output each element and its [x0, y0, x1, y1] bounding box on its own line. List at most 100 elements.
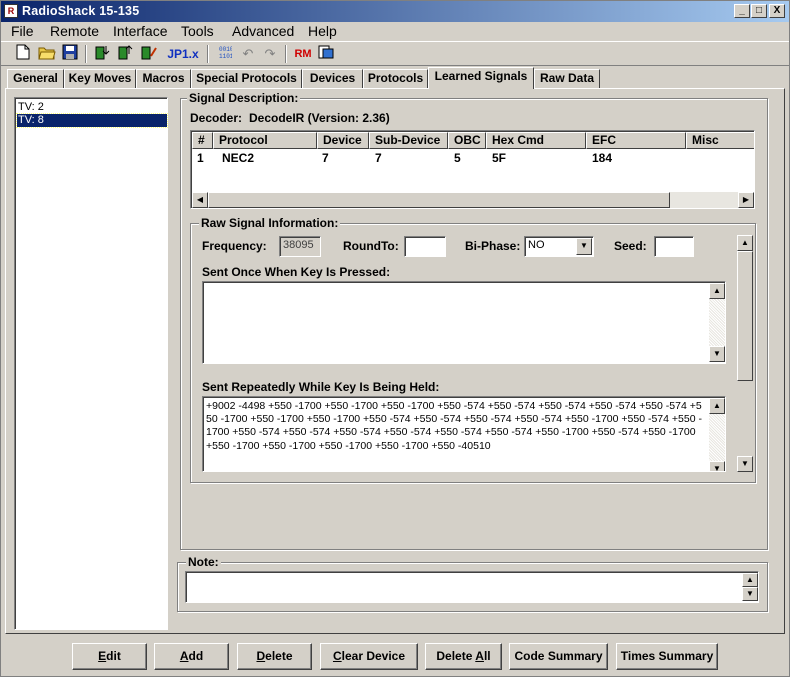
scrollbar-thumb[interactable] [737, 251, 753, 381]
table-horizontal-scrollbar[interactable]: ◀ ▶ [192, 192, 754, 208]
column-header-misc[interactable]: Misc [686, 132, 754, 149]
menu-advanced[interactable]: Advanced [232, 23, 294, 39]
note-scrollbar[interactable]: ▲ ▼ [742, 573, 758, 601]
table-cell-hex-cmd: 5F [492, 151, 507, 165]
tab-general[interactable]: General [7, 69, 64, 88]
sent-repeatedly-scrollbar[interactable]: ▲ ▼ [709, 398, 725, 471]
scroll-down-icon[interactable]: ▼ [737, 456, 753, 472]
svg-text:1101: 1101 [219, 53, 232, 60]
column-header-sub-device[interactable]: Sub-Device [369, 132, 448, 149]
scroll-up-icon[interactable]: ▲ [737, 235, 753, 251]
add-label: dd [188, 649, 204, 663]
column-header-obc[interactable]: OBC [448, 132, 486, 149]
raw-signal-scrollbar[interactable]: ▲ ▼ [737, 235, 754, 473]
raw-data-icon[interactable]: 0010 1101 [215, 44, 235, 64]
upload-remote-to-icon[interactable] [139, 44, 159, 64]
list-item[interactable]: TV: 2 [17, 101, 167, 114]
frequency-label: Frequency: [202, 239, 267, 253]
toolbar: JP1.x 0010 1101 ↶ ↷ RM [1, 41, 789, 66]
decoder-label: Decoder: [190, 111, 243, 125]
roundto-input[interactable] [404, 236, 446, 257]
scroll-up-icon[interactable]: ▲ [709, 283, 725, 299]
list-item-selected[interactable]: TV: 8 [16, 113, 168, 128]
menu-file[interactable]: File [11, 23, 34, 39]
scroll-down-icon[interactable]: ▼ [742, 587, 758, 601]
sent-once-scrollbar[interactable]: ▲ ▼ [709, 283, 725, 362]
redo-icon[interactable]: ↷ [260, 44, 280, 64]
biphase-select[interactable]: NO ▼ [524, 236, 594, 257]
minimize-button[interactable]: _ [734, 4, 750, 18]
edit-button[interactable]: Edit [72, 643, 147, 670]
scroll-down-icon[interactable]: ▼ [709, 346, 725, 362]
sent-repeatedly-textarea[interactable]: +9002 -4498 +550 -1700 +550 -1700 +550 -… [202, 396, 726, 472]
table-cell-obc: 5 [454, 151, 461, 165]
scroll-down-icon[interactable]: ▼ [709, 461, 725, 471]
delete-all-button[interactable]: Delete All [425, 643, 502, 670]
seed-label: Seed: [614, 239, 647, 253]
new-file-icon[interactable] [13, 44, 33, 64]
seed-input[interactable] [654, 236, 694, 257]
sent-repeatedly-label: Sent Repeatedly While Key Is Being Held: [202, 380, 440, 394]
column-header-protocol[interactable]: Protocol [213, 132, 317, 149]
tab-raw-data[interactable]: Raw Data [534, 69, 600, 88]
column-header-device[interactable]: Device [317, 132, 369, 149]
clear-device-button[interactable]: Clear Device [320, 643, 418, 670]
add-mnemonic: A [179, 649, 189, 663]
biphase-label: Bi-Phase: [465, 239, 521, 253]
tab-learned-signals[interactable]: Learned Signals [428, 67, 534, 89]
note-legend: Note: [186, 555, 221, 569]
tab-devices[interactable]: Devices [302, 69, 363, 88]
biphase-selected-value: NO [528, 239, 545, 251]
scroll-right-icon[interactable]: ▶ [738, 192, 754, 208]
close-button[interactable]: X [769, 4, 785, 18]
save-icon[interactable] [60, 44, 80, 64]
delete-mnemonic: D [256, 649, 266, 663]
scroll-up-icon[interactable]: ▲ [742, 573, 758, 587]
tab-key-moves[interactable]: Key Moves [64, 69, 136, 88]
toolbar-separator [85, 45, 87, 63]
column-header-number[interactable]: # [192, 132, 213, 149]
dropdown-arrow-icon[interactable]: ▼ [576, 238, 592, 255]
menu-remote[interactable]: Remote [50, 23, 99, 39]
signal-list[interactable]: TV: 2 TV: 8 [14, 97, 168, 630]
jp1x-button[interactable]: JP1.x [164, 44, 202, 64]
add-button[interactable]: Add [154, 643, 229, 670]
remote-image-icon[interactable] [316, 44, 336, 64]
edit-mnemonic: E [98, 649, 107, 663]
scroll-left-icon[interactable]: ◀ [192, 192, 208, 208]
raw-signal-legend: Raw Signal Information: [199, 216, 341, 230]
sent-once-textarea[interactable]: ▲ ▼ [202, 281, 726, 364]
tab-macros[interactable]: Macros [136, 69, 191, 88]
open-folder-icon[interactable] [37, 44, 57, 64]
download-remote-icon[interactable] [93, 44, 113, 64]
rm-icon[interactable]: RM [293, 44, 313, 64]
scroll-up-icon[interactable]: ▲ [709, 398, 725, 414]
roundto-label: RoundTo: [343, 239, 399, 253]
menu-interface[interactable]: Interface [113, 23, 167, 39]
decode-table[interactable]: # Protocol Device Sub-Device OBC Hex Cmd… [190, 130, 755, 209]
toolbar-separator [285, 45, 287, 63]
decoder-value: DecodeIR (Version: 2.36) [249, 111, 390, 125]
note-textarea[interactable]: ▲ ▼ [185, 571, 759, 603]
window-title: RadioShack 15-135 [22, 4, 140, 18]
table-cell-device: 7 [322, 151, 329, 165]
upload-remote-icon[interactable] [116, 44, 136, 64]
title-bar[interactable]: R RadioShack 15-135 _ □ X [1, 1, 789, 22]
column-header-hex-cmd[interactable]: Hex Cmd [486, 132, 586, 149]
table-cell-number: 1 [197, 151, 204, 165]
delete-all-mnemonic: A [475, 649, 484, 663]
menu-help[interactable]: Help [308, 23, 337, 39]
svg-text:0010: 0010 [219, 46, 232, 53]
tab-protocols[interactable]: Protocols [363, 69, 428, 88]
menu-tools[interactable]: Tools [181, 23, 214, 39]
undo-icon[interactable]: ↶ [238, 44, 258, 64]
tab-special-protocols[interactable]: Special Protocols [191, 69, 302, 88]
code-summary-button[interactable]: Code Summary [509, 643, 608, 670]
clear-device-label: lear Device [341, 649, 406, 663]
delete-all-label: ll [483, 649, 491, 663]
delete-button[interactable]: Delete [237, 643, 312, 670]
scrollbar-thumb[interactable] [208, 192, 670, 208]
maximize-button[interactable]: □ [751, 4, 767, 18]
column-header-efc[interactable]: EFC [586, 132, 686, 149]
times-summary-button[interactable]: Times Summary [616, 643, 718, 670]
